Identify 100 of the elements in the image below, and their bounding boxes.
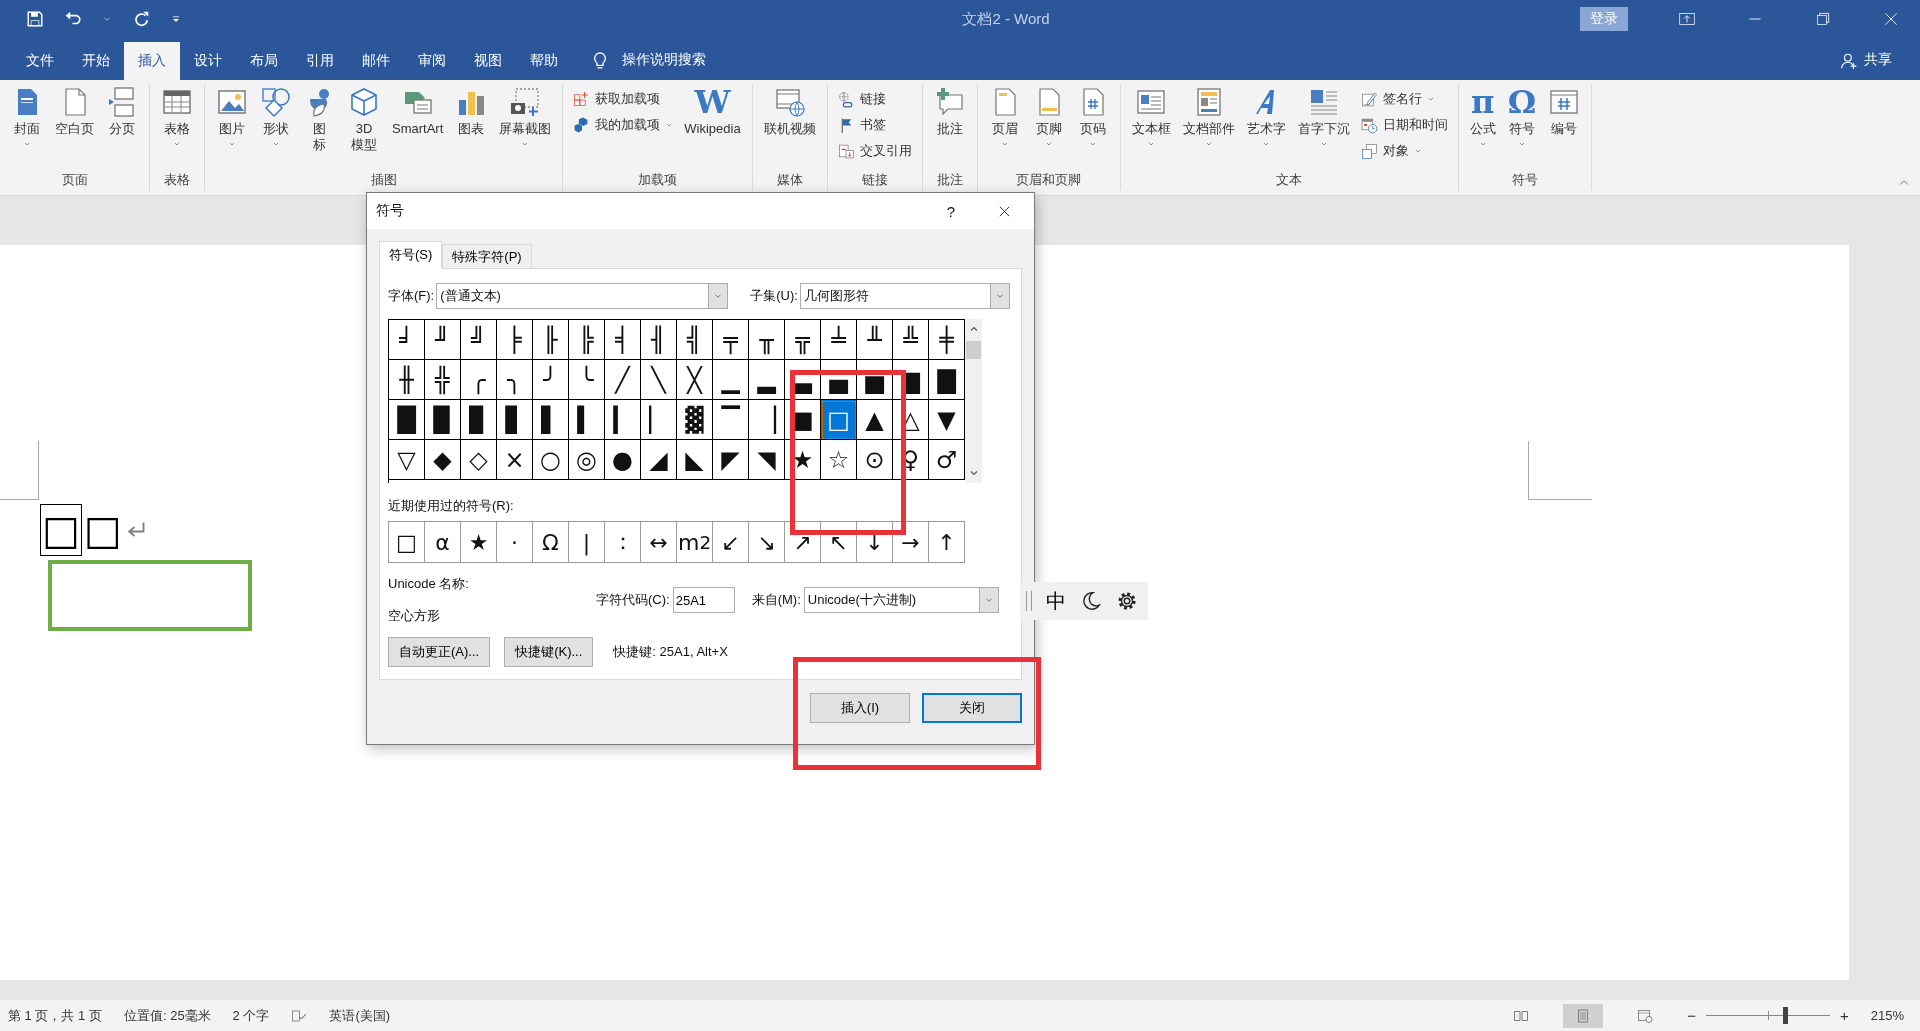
ribbon-tab[interactable]: 布局 [236, 42, 292, 80]
dialog-button[interactable]: 插入(I) [810, 693, 910, 723]
symbol-cell[interactable]: ╢ [641, 320, 677, 360]
ribbon-button[interactable]: 获取加载项 [569, 88, 678, 110]
symbol-cell[interactable]: ╝ [461, 320, 497, 360]
settings-icon[interactable] [1116, 590, 1138, 612]
symbol-cell[interactable]: ╤ [713, 320, 749, 360]
redo-icon[interactable] [132, 10, 150, 28]
symbol-cell[interactable]: ╯ [533, 360, 569, 400]
symbol-cell[interactable]: ▉ [425, 400, 461, 440]
symbol-cell[interactable]: ╛ [389, 320, 425, 360]
symbol-cell[interactable]: ╥ [749, 320, 785, 360]
symbol-cell[interactable]: ◥ [749, 440, 785, 480]
ribbon-tab[interactable]: 开始 [68, 42, 124, 80]
font-select[interactable]: (普通文本) [436, 283, 729, 309]
symbol-cell[interactable]: ╫ [389, 360, 425, 400]
symbol-cell[interactable]: ▲ [857, 400, 893, 440]
ribbon-button[interactable]: 艺术字 [1241, 84, 1291, 150]
dialog-tab[interactable]: 特殊字符(P) [442, 244, 532, 269]
ribbon-button[interactable]: Ω 符号 [1502, 84, 1542, 150]
ribbon-button[interactable]: 联机视频 [758, 84, 821, 139]
ribbon-button[interactable]: 形状 [255, 84, 297, 150]
dialog-tab[interactable]: 符号(S) [379, 241, 443, 269]
ribbon-button[interactable]: 页眉 [983, 84, 1026, 150]
subset-select[interactable]: 几何图形符 [799, 283, 1010, 309]
ribbon-button[interactable]: 文档部件 [1177, 84, 1240, 150]
symbol-cell[interactable]: ◆ [425, 440, 461, 480]
ribbon-tab[interactable]: 文件 [12, 42, 68, 80]
symbol-cell[interactable]: ▔ [713, 400, 749, 440]
symbol-cell[interactable]: ▽ [389, 440, 425, 480]
symbol-cell[interactable]: × [497, 440, 533, 480]
ribbon-button[interactable]: 页码 [1071, 84, 1114, 150]
symbol-cell[interactable]: ▂ [749, 360, 785, 400]
symbol-cell[interactable]: ╠ [569, 320, 605, 360]
ribbon-button[interactable]: 我的加载项 [569, 114, 678, 136]
ribbon-button[interactable]: 图片 [211, 84, 253, 150]
moon-icon[interactable] [1080, 590, 1102, 612]
symbol-cell[interactable]: ╧ [821, 320, 857, 360]
symbol-cell[interactable]: ◤ [713, 440, 749, 480]
view-button[interactable] [1563, 1003, 1604, 1028]
ribbon-button[interactable]: W Wikipedia [679, 84, 746, 139]
symbol-cell[interactable]: ╨ [857, 320, 893, 360]
symbol-cell[interactable]: ○ [533, 440, 569, 480]
share-person-icon[interactable] [1840, 52, 1858, 70]
word-count[interactable]: 2 个字 [232, 1006, 270, 1025]
symbol-cell[interactable]: ◇ [461, 440, 497, 480]
help-button[interactable]: ? [946, 202, 955, 220]
language-status[interactable]: 英语(美国) [329, 1006, 391, 1025]
from-select[interactable]: Unicode(十六进制) [803, 587, 999, 613]
ribbon-tab[interactable]: 审阅 [404, 42, 460, 80]
zoom-out-button[interactable]: − [1687, 1007, 1696, 1024]
zoom-in-button[interactable]: + [1840, 1007, 1849, 1024]
symbol-cell[interactable]: ╮ [497, 360, 533, 400]
symbol-cell[interactable]: ▅ [857, 360, 893, 400]
symbol-cell[interactable]: ╟ [533, 320, 569, 360]
ribbon-tab[interactable]: 帮助 [516, 42, 572, 80]
symbol-cell[interactable]: ╬ [425, 360, 461, 400]
ribbon-button[interactable]: 链接 [833, 88, 916, 110]
ribbon-button[interactable]: 3D模型 [343, 84, 385, 155]
symbol-cell[interactable]: ▁ [713, 360, 749, 400]
ribbon-button[interactable]: 表格 [156, 84, 198, 150]
ribbon-button[interactable]: 屏幕截图 [494, 84, 557, 150]
ribbon-button[interactable]: 书签 [833, 114, 916, 136]
position-status[interactable]: 位置值: 25毫米 [123, 1006, 211, 1025]
symbol-cell[interactable]: ⊙ [857, 440, 893, 480]
char-code-field[interactable]: 25A1 [672, 587, 735, 613]
symbol-cell[interactable]: ╲ [641, 360, 677, 400]
ribbon-button[interactable]: 文本框 [1126, 84, 1176, 150]
symbol-cell[interactable]: ◢ [641, 440, 677, 480]
symbol-cell[interactable]: █ [389, 400, 425, 440]
ribbon-button[interactable]: 对象 [1356, 140, 1452, 162]
ribbon-button[interactable]: 首字下沉 [1292, 84, 1355, 150]
symbol-cell[interactable]: ◎ [569, 440, 605, 480]
ribbon-button[interactable]: 图表 [450, 84, 493, 139]
scrollbar[interactable] [965, 319, 982, 483]
ribbon-button[interactable]: 签名行 [1356, 88, 1452, 110]
symbol-cell[interactable]: ╰ [569, 360, 605, 400]
symbol-cell[interactable]: ╦ [785, 320, 821, 360]
symbol-cell[interactable]: ▏ [641, 400, 677, 440]
symbol-cell[interactable]: ╞ [497, 320, 533, 360]
ribbon-button[interactable]: 批注 [928, 84, 971, 139]
ribbon-tab[interactable]: 邮件 [348, 42, 404, 80]
symbol-cell[interactable]: ▌ [533, 400, 569, 440]
ribbon-button[interactable]: 页脚 [1027, 84, 1070, 150]
symbol-cell[interactable]: ▕ [749, 400, 785, 440]
symbol-cell[interactable]: ● [605, 440, 641, 480]
symbol-cell[interactable]: ▋ [497, 400, 533, 440]
ribbon-tab[interactable]: 插入 [124, 42, 180, 80]
close-icon[interactable] [1882, 10, 1900, 28]
ribbon-tab[interactable]: 引用 [292, 42, 348, 80]
restore-icon[interactable] [1814, 10, 1832, 28]
ime-mode-button[interactable]: 中 [1046, 587, 1066, 615]
ribbon-button[interactable]: 分页 [101, 84, 143, 139]
ribbon-button[interactable]: 图标 [299, 84, 341, 155]
symbol-cell[interactable]: ╭ [461, 360, 497, 400]
dialog-button[interactable]: 关闭 [922, 693, 1022, 723]
symbol-cell[interactable]: ▎ [605, 400, 641, 440]
scrollbar-thumb[interactable] [966, 341, 981, 359]
symbol-cell[interactable]: ╩ [893, 320, 929, 360]
ribbon-display-icon[interactable] [1678, 10, 1696, 28]
